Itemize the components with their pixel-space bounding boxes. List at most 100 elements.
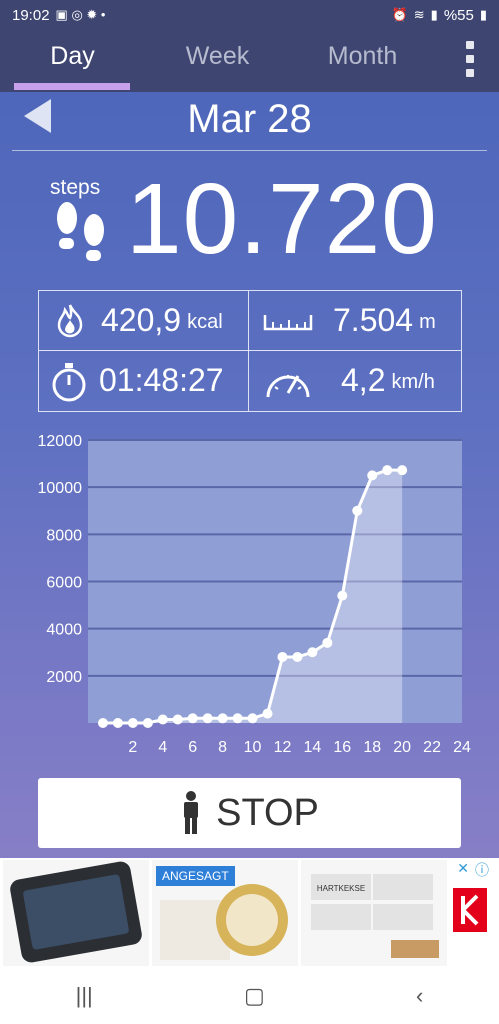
distance-unit: m [419,311,436,333]
tab-month[interactable]: Month [290,30,435,92]
speed-value: 4,2 [341,362,386,398]
tab-week-label: Week [185,42,250,70]
status-right: ⏰ ≋ ▮ %55 ▮ [392,7,487,24]
data-point [97,718,108,728]
data-point [187,713,198,724]
distance-value: 7.504 [333,302,414,338]
divider [12,150,487,151]
x-tick-label: 18 [363,739,381,756]
ad-crackers[interactable]: HARTKEKSE [301,860,447,966]
date-row: Mar 28 [0,92,499,150]
alarm-icon: ⏰ [391,7,408,22]
battery-icon: ▮ [479,7,487,22]
clock: 19:02 [12,6,50,24]
distance-cell: 7.504 m [333,291,436,350]
x-tick-label: 6 [188,739,197,756]
data-point [232,713,243,724]
active-tab-indicator [14,83,130,90]
ad-banner[interactable]: ANGESAGT HARTKEKSE ⓘ ✕ [0,858,499,968]
ruler-icon [263,315,313,331]
ad-logo-icon [453,888,487,932]
x-tick-label: 20 [393,739,411,756]
x-tick-label: 24 [453,739,471,756]
data-point [322,637,333,648]
recents-icon[interactable]: ||| [76,983,93,1009]
battery-level: %55 [443,6,474,24]
calories-value: 420,9 [101,302,182,338]
footprints-icon [57,202,104,261]
x-tick-label: 22 [423,739,441,756]
speed-cell: 4,2 km/h [341,351,435,410]
person-icon [184,791,199,834]
data-point [397,465,408,476]
x-tick-label: 16 [333,739,351,756]
tab-day-label: Day [50,42,95,70]
y-tick-label: 2000 [46,669,82,686]
powerbank-image [10,861,142,963]
y-tick-label: 4000 [46,622,82,639]
ad-info-icon[interactable]: ⓘ [475,860,489,880]
steps-count: 10.720 [126,163,438,275]
data-point [157,714,168,725]
data-point [277,651,288,662]
signal-icon: ▮ [430,7,438,22]
wifi-icon: ≋ [413,7,425,22]
data-point [292,651,303,662]
x-tick-label: 10 [244,739,262,756]
ad-close-icon[interactable]: ✕ [457,860,469,877]
data-point [247,713,258,724]
speed-unit: km/h [391,371,435,393]
calories-cell: 420,9 kcal [101,291,223,350]
data-point [217,713,228,724]
ad-toothpowder[interactable]: ANGESAGT [152,860,298,966]
steps-label: steps [50,176,101,199]
data-point [202,713,213,724]
ad-product-text: HARTKEKSE [317,884,365,893]
x-tick-label: 14 [304,739,322,756]
ad-info[interactable]: ⓘ ✕ [447,858,493,968]
stop-button[interactable]: STOP [38,778,461,848]
status-left: 19:02 ▣ ◎ ✹ • [12,7,105,24]
stats-grid: 420,9 kcal 7.504 m 01:48:27 4,2 km/h [38,290,462,412]
x-tick-label: 8 [218,739,227,756]
flame-icon [57,304,83,338]
tab-day[interactable]: Day [0,30,145,92]
home-icon[interactable]: ▢ [244,983,265,1009]
notification-icon: ▣ ◎ ✹ • [55,7,106,22]
tab-month-label: Month [327,42,398,70]
y-tick-label: 10000 [38,480,83,497]
x-tick-label: 2 [128,739,137,756]
data-point [262,708,273,719]
data-point [172,714,183,725]
x-tick-label: 4 [158,739,167,756]
x-tick-label: 12 [274,739,292,756]
calories-unit: kcal [187,311,223,333]
y-tick-label: 6000 [46,575,82,592]
data-point [112,718,123,728]
duration-value: 01:48:27 [99,362,224,398]
data-point [337,590,348,601]
overflow-menu-icon[interactable] [463,38,477,80]
tab-bar: Day Week Month [0,30,499,92]
ad-tag: ANGESAGT [156,866,235,886]
data-point [307,647,318,658]
status-bar: 19:02 ▣ ◎ ✹ • ⏰ ≋ ▮ %55 ▮ [0,0,499,30]
data-point [367,470,378,481]
steps-chart: 20004000600080001000012000 2 4 6 8 10 12 14 16 1… [38,433,472,756]
back-icon[interactable]: ‹ [416,983,423,1009]
stop-label: STOP [216,791,319,834]
data-point [127,718,138,728]
data-point [382,465,393,476]
crackers-image: HARTKEKSE [311,874,439,958]
data-point [352,505,363,516]
y-tick-label: 12000 [38,433,83,450]
tab-week[interactable]: Week [145,30,290,92]
date-label: Mar 28 [187,97,312,141]
stopwatch-icon [52,363,86,402]
system-nav-bar: ||| ▢ ‹ [0,968,499,1024]
y-tick-label: 8000 [46,527,82,544]
speedometer-icon [266,375,310,398]
ad-powerbank[interactable] [3,860,149,966]
duration-cell: 01:48:27 [99,351,224,410]
data-point [142,718,153,728]
